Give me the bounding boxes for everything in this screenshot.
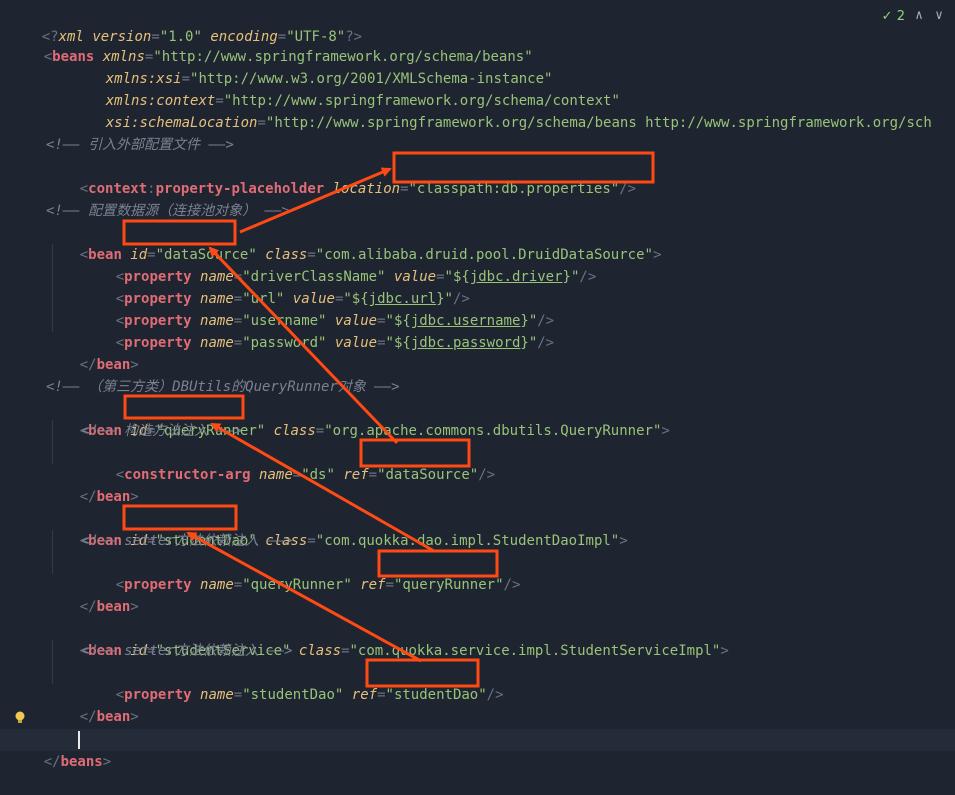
- arrow-to-queryrunner-id: [210, 422, 435, 553]
- highlight-box-datasource-id: [122, 219, 237, 246]
- highlight-box-studentdao-ref: [365, 658, 480, 688]
- code-editor[interactable]: ✓ 2 ∧ ∨ <?xml version="1.0" encoding="UT…: [0, 0, 955, 770]
- arrow-to-classpath: [239, 167, 392, 234]
- highlight-box-studentdao-id: [122, 504, 238, 531]
- annotation-overlay: [122, 151, 655, 688]
- arrow-to-datasource-id: [208, 246, 399, 445]
- highlight-box-classpath: [392, 151, 655, 184]
- highlight-box-datasource-ref: [359, 438, 471, 468]
- highlight-box-queryrunner-id: [123, 394, 245, 420]
- highlight-box-queryrunner-ref: [377, 549, 499, 578]
